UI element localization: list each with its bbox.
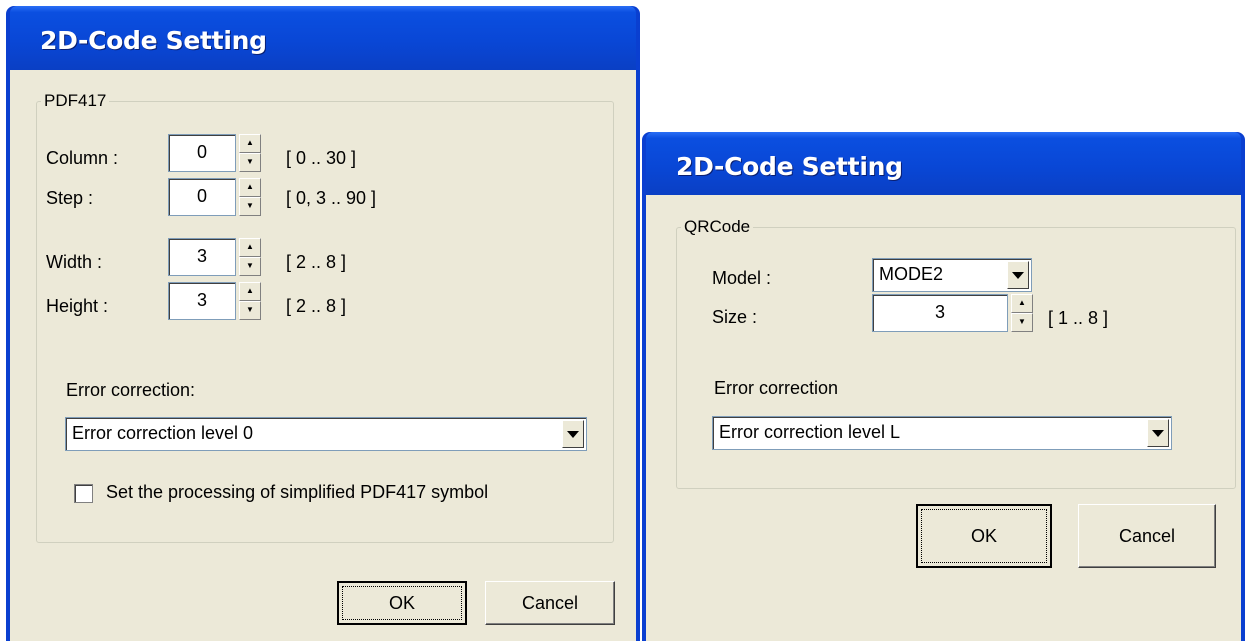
column-spin-down-icon[interactable]: ▼ [239, 153, 261, 172]
pdf417-ok-button[interactable]: OK [337, 581, 467, 625]
step-label: Step : [46, 188, 94, 208]
pdf417-error-correction-select[interactable]: Error correction level 0 [65, 417, 587, 451]
model-select[interactable]: MODE2 [872, 258, 1032, 292]
pdf417-dialog-titlebar[interactable]: 2D-Code Setting [10, 6, 636, 70]
column-input[interactable]: 0 [168, 134, 236, 172]
width-spinner[interactable]: ▲ ▼ [239, 238, 261, 276]
width-spin-down-icon[interactable]: ▼ [239, 257, 261, 276]
pdf417-ok-label: OK [388, 592, 415, 613]
chevron-down-icon[interactable] [1007, 261, 1029, 289]
column-spin-up-icon[interactable]: ▲ [239, 134, 261, 153]
size-input[interactable]: 3 [872, 294, 1008, 332]
size-spin-down-icon[interactable]: ▼ [1011, 313, 1033, 332]
qrcode-ok-button[interactable]: OK [916, 504, 1052, 568]
simplified-pdf417-checkbox-label: Set the processing of simplified PDF417 … [106, 482, 489, 502]
pdf417-dialog-client: PDF417 Column : 0 ▲ ▼ [ 0 .. 30 ] Step :… [10, 70, 636, 641]
qrcode-group-label: QRCode [684, 217, 751, 236]
column-spinner[interactable]: ▲ ▼ [239, 134, 261, 172]
column-label: Column : [46, 148, 119, 168]
qrcode-error-correction-select[interactable]: Error correction level L [712, 416, 1172, 450]
qrcode-dialog-window: 2D-Code Setting QRCode Model : MODE2 Siz… [642, 132, 1245, 641]
model-label: Model : [712, 268, 772, 288]
height-spinner[interactable]: ▲ ▼ [239, 282, 261, 320]
pdf417-dialog-title: 2D-Code Setting [40, 26, 267, 55]
step-spin-down-icon[interactable]: ▼ [239, 197, 261, 216]
qrcode-error-correction-label: Error correction [714, 378, 839, 398]
size-spin-up-icon[interactable]: ▲ [1011, 294, 1033, 313]
qrcode-cancel-button[interactable]: Cancel [1078, 504, 1216, 568]
qrcode-error-correction-value: Error correction level L [719, 422, 901, 442]
simplified-pdf417-checkbox[interactable] [74, 484, 93, 503]
chevron-down-icon[interactable] [562, 420, 584, 448]
qrcode-dialog-client: QRCode Model : MODE2 Size : 3 ▲ ▼ [ 1 ..… [646, 195, 1241, 641]
height-input[interactable]: 3 [168, 282, 236, 320]
width-spin-up-icon[interactable]: ▲ [239, 238, 261, 257]
step-spin-up-icon[interactable]: ▲ [239, 178, 261, 197]
height-range: [ 2 .. 8 ] [286, 296, 347, 316]
width-label: Width : [46, 252, 103, 272]
chevron-down-icon[interactable] [1147, 419, 1169, 447]
height-label: Height : [46, 296, 109, 316]
pdf417-cancel-label: Cancel [521, 592, 579, 613]
model-value: MODE2 [879, 264, 944, 284]
height-spin-up-icon[interactable]: ▲ [239, 282, 261, 301]
height-spin-down-icon[interactable]: ▼ [239, 301, 261, 320]
pdf417-group-label: PDF417 [44, 91, 107, 110]
qrcode-dialog-title: 2D-Code Setting [676, 152, 903, 181]
width-input[interactable]: 3 [168, 238, 236, 276]
qrcode-cancel-label: Cancel [1118, 525, 1176, 546]
qrcode-ok-label: OK [970, 525, 997, 546]
size-spinner[interactable]: ▲ ▼ [1011, 294, 1033, 332]
pdf417-cancel-button[interactable]: Cancel [485, 581, 615, 625]
pdf417-dialog-window: 2D-Code Setting PDF417 Column : 0 ▲ ▼ [ … [6, 6, 640, 641]
step-range: [ 0, 3 .. 90 ] [286, 188, 377, 208]
qrcode-dialog-titlebar[interactable]: 2D-Code Setting [646, 132, 1241, 195]
size-range: [ 1 .. 8 ] [1048, 308, 1109, 328]
step-input[interactable]: 0 [168, 178, 236, 216]
pdf417-error-correction-value: Error correction level 0 [72, 423, 254, 443]
size-label: Size : [712, 307, 758, 327]
width-range: [ 2 .. 8 ] [286, 252, 347, 272]
pdf417-error-correction-label: Error correction: [66, 380, 196, 400]
column-range: [ 0 .. 30 ] [286, 148, 357, 168]
step-spinner[interactable]: ▲ ▼ [239, 178, 261, 216]
